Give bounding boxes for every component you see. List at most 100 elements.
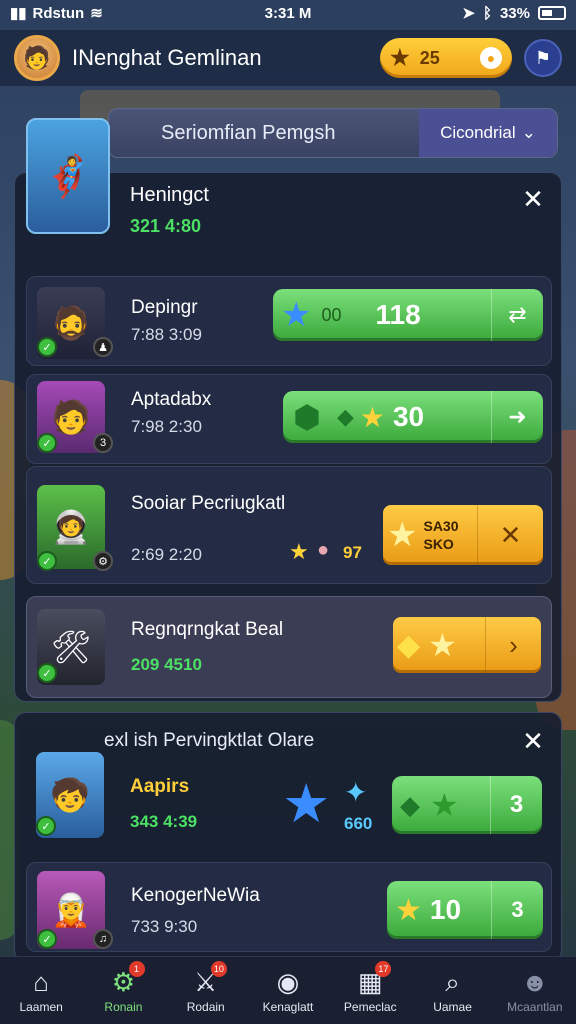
nav-label: Uamae: [433, 999, 472, 1014]
list-item[interactable]: 🧑 ✓ 3 Aptadabx 7:98 2:30 ⬢ ◆ ★ 30 ➜: [26, 374, 552, 464]
class-badge: ♟: [93, 337, 113, 357]
panel-header-time: 321 4:80: [130, 216, 202, 236]
row-time: 733 9:30: [131, 917, 198, 936]
blue-star-icon: ★: [282, 774, 331, 834]
row-time: 2:69 2:20: [131, 545, 202, 564]
list-item[interactable]: 🧔 ✓ ♟ Depingr 7:88 3:09 ★ 00 118 ⇄: [26, 276, 552, 366]
claim-button[interactable]: ★ SA30 SKO ✕: [383, 505, 543, 565]
notification-badge: 17: [375, 961, 392, 977]
row-sub-value: 00: [321, 304, 342, 325]
profile-icon: ☻: [521, 966, 549, 997]
bluetooth-icon: ᛒ: [482, 4, 492, 22]
claim-bottom: SKO: [423, 536, 454, 552]
level-badge: ✓: [37, 337, 57, 357]
app-title: INenghat Gemlinan: [72, 45, 262, 70]
nav-label: Kenaglatt: [262, 999, 314, 1014]
level-badge: ✓: [37, 929, 57, 949]
coin-counter[interactable]: ★ 25 ●: [380, 38, 512, 78]
upgrade-button[interactable]: ⬢ ◆ ★ 30 ➜: [283, 391, 543, 443]
panel2-header: exl ish Pervingktlat Olare: [104, 730, 315, 751]
blue-gem-icon: ✦: [344, 777, 368, 808]
close-icon: ✕: [477, 505, 543, 565]
nav-search[interactable]: ⌕ Uamae: [411, 957, 493, 1024]
level-badge: ✓: [37, 551, 57, 571]
arrow-right-icon: ➜: [491, 391, 543, 443]
class-badge: 3: [93, 433, 113, 453]
leaf-icon: ◆: [336, 404, 354, 429]
nav-profile[interactable]: ☻ Mcaantlan: [494, 957, 576, 1024]
upgrade-button[interactable]: ★ 10 3: [387, 881, 543, 939]
chevron-right-icon: ›: [485, 617, 541, 673]
list-item[interactable]: 🛠 ✓ Regnqrngkat Beal 209 4510 ◆ ★ ›: [26, 596, 552, 698]
level-badge: ✓: [36, 816, 56, 836]
list-item[interactable]: 🧒 ✓ Aapirs 343 4:39 ★ ✦ 660 ◆ ★ 3: [26, 752, 552, 858]
claim-button[interactable]: ◆ ★ ›: [393, 617, 541, 673]
signal-icon: ▮▮: [10, 5, 27, 22]
row-time: 7:88 3:09: [131, 325, 202, 344]
clock: 3:31 M: [264, 4, 312, 22]
list-item[interactable]: 🧝 ✓ ♫ KenogerNeWia 733 9:30 ★ 10 3: [26, 862, 552, 952]
reward-amount: 97: [343, 543, 362, 562]
close-icon[interactable]: ✕: [518, 184, 548, 214]
filter-dropdown[interactable]: Cicondrial ⌄: [419, 109, 557, 157]
star-icon: ★: [289, 539, 309, 564]
level-badge: ✓: [37, 663, 57, 683]
nav-label: Ronain: [104, 999, 143, 1014]
gold-star-icon: ★: [395, 893, 422, 927]
row-sub-value: 660: [344, 814, 373, 833]
row-name: Depingr: [131, 297, 198, 318]
claim-top: SA30: [423, 518, 459, 534]
green-gem-icon: ⬢: [293, 399, 321, 435]
upgrade-button[interactable]: ★ 00 118 ⇄: [273, 289, 543, 341]
nav-label: Laamen: [19, 999, 63, 1014]
menu-button[interactable]: ⚑: [524, 39, 562, 77]
row-name: Sooiar Pecriugkatl: [131, 493, 286, 514]
class-badge: ♫: [93, 929, 113, 949]
class-badge: ⚙: [93, 551, 113, 571]
add-coins-icon[interactable]: ●: [480, 47, 502, 69]
star-icon: ★: [390, 45, 410, 70]
level-badge: ✓: [37, 433, 57, 453]
nav-label: Pemeclac: [343, 999, 397, 1014]
row-name: KenogerNeWia: [131, 885, 260, 906]
filter-label: Seriomfian Pemgsh: [161, 121, 336, 144]
nav-battle[interactable]: ⚔ 10 Rodain: [165, 957, 247, 1024]
player-avatar[interactable]: 🧑: [14, 35, 60, 81]
row-value: 30: [392, 401, 425, 432]
row-name: Regnqrngkat Beal: [131, 619, 284, 640]
globe-icon: ◉: [276, 966, 300, 997]
status-bar: ▮▮ Rdstun ≋ 3:31 M ➤ ᛒ 33%: [0, 0, 576, 26]
row-action-value: 3: [491, 881, 543, 939]
shuffle-icon: ⇄: [491, 289, 543, 341]
row-value: 3: [490, 776, 542, 834]
coin-amount: 25: [419, 47, 440, 68]
row-name: Aptadabx: [131, 389, 212, 410]
row-value: 118: [375, 299, 421, 330]
blue-star-icon: ★: [281, 296, 312, 334]
battery-percent: 33%: [499, 4, 530, 22]
row-time: 209 4510: [131, 655, 202, 674]
carrier-name: Rdstun: [32, 4, 85, 22]
filter-dropdown-value: Cicondrial: [440, 123, 516, 142]
row-value: 10: [429, 894, 462, 925]
claim-values: SA30 SKO: [417, 517, 458, 553]
bottom-nav: ⌂ Laamen ⚙ 1 Ronain ⚔ 10 Rodain ◉ Kenagl…: [0, 956, 576, 1024]
list-item[interactable]: 🧑‍🚀 ✓ ⚙ Sooiar Pecriugkatl 2:69 2:20 ★ ●…: [26, 466, 552, 584]
upgrade-button[interactable]: ◆ ★ 3: [392, 776, 542, 834]
notification-badge: 10: [210, 961, 227, 977]
wifi-icon: ≋: [90, 5, 103, 22]
location-icon: ➤: [462, 5, 475, 22]
nav-label: Rodain: [186, 999, 225, 1014]
gem-icon: ◆: [397, 628, 421, 662]
nav-calendar[interactable]: ▦ 17 Pemeclac: [329, 957, 411, 1024]
battery-icon: [538, 6, 566, 20]
nav-world[interactable]: ◉ Kenaglatt: [247, 957, 329, 1024]
nav-home[interactable]: ⌂ Laamen: [0, 957, 82, 1024]
nav-settings[interactable]: ⚙ 1 Ronain: [82, 957, 164, 1024]
row-name: Aapirs: [130, 776, 190, 797]
close-icon[interactable]: ✕: [518, 726, 548, 756]
gold-star-icon: ★: [359, 401, 385, 433]
chevron-down-icon: ⌄: [521, 123, 536, 142]
gold-star-icon: ★: [387, 516, 418, 554]
search-icon: ⌕: [445, 966, 460, 997]
